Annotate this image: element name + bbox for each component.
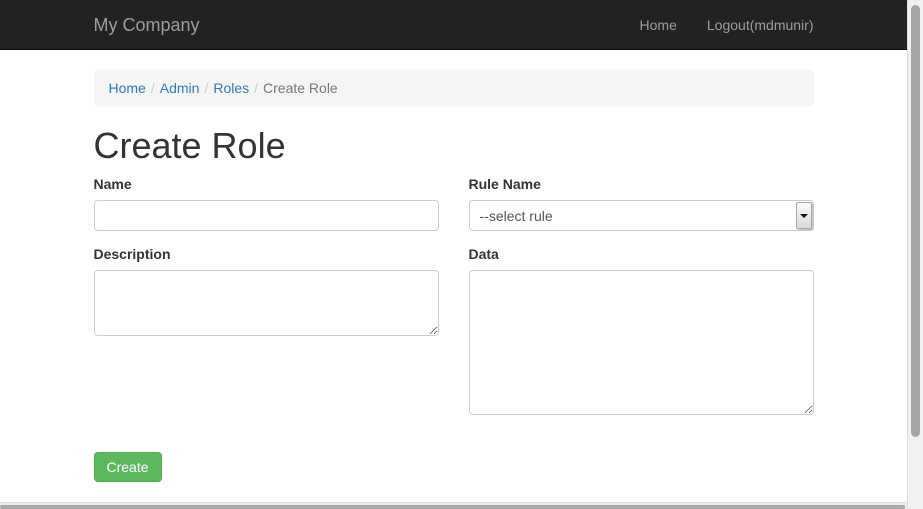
page-viewport: My Company Home Logout(mdmunir) Home/Adm… <box>0 0 907 509</box>
breadcrumb-link-roles[interactable]: Roles <box>213 80 249 96</box>
rule-name-field-group: Rule Name --select rule <box>469 176 814 231</box>
page-title: Create Role <box>94 126 814 166</box>
form-right-column: Rule Name --select rule Data <box>469 176 814 430</box>
main-content: Home/Admin/Roles/Create Role Create Role… <box>79 70 829 482</box>
form-left-column: Name Description <box>94 176 439 430</box>
navbar-menu: Home Logout(mdmunir) <box>625 0 829 50</box>
name-label: Name <box>94 176 132 192</box>
navbar: My Company Home Logout(mdmunir) <box>0 0 907 50</box>
name-field-group: Name <box>94 176 439 231</box>
breadcrumb-current-page: Create Role <box>263 80 338 96</box>
breadcrumb: Home/Admin/Roles/Create Role <box>94 70 814 106</box>
horizontal-scrollbar-thumb[interactable] <box>0 505 905 509</box>
breadcrumb-separator: / <box>146 80 160 96</box>
navbar-brand-link[interactable]: My Company <box>94 0 200 50</box>
create-button[interactable]: Create <box>94 452 162 482</box>
breadcrumb-separator: / <box>199 80 213 96</box>
data-label: Data <box>469 246 499 262</box>
horizontal-scrollbar[interactable] <box>0 502 907 509</box>
data-field-group: Data <box>469 246 814 415</box>
name-input[interactable] <box>94 200 439 231</box>
data-textarea[interactable] <box>469 270 814 415</box>
rule-name-label: Rule Name <box>469 176 541 192</box>
nav-link-logout[interactable]: Logout(mdmunir) <box>692 0 829 50</box>
description-label: Description <box>94 246 171 262</box>
breadcrumb-separator: / <box>249 80 263 96</box>
nav-link-home[interactable]: Home <box>625 0 692 50</box>
description-textarea[interactable] <box>94 270 439 336</box>
vertical-scrollbar-thumb[interactable] <box>911 5 920 437</box>
vertical-scrollbar[interactable] <box>907 0 923 509</box>
create-role-form: Name Description Rule Name --select rule <box>94 176 814 482</box>
rule-name-select[interactable]: --select rule <box>469 200 814 231</box>
description-field-group: Description <box>94 246 439 336</box>
breadcrumb-link-home[interactable]: Home <box>109 80 146 96</box>
breadcrumb-link-admin[interactable]: Admin <box>160 80 200 96</box>
